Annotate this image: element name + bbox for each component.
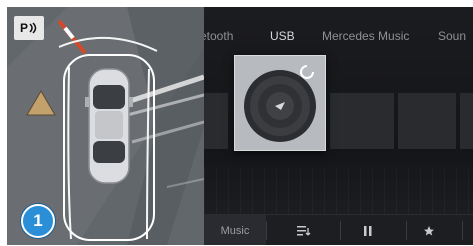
parking-camera-view: P 1 xyxy=(7,7,204,245)
pause-icon xyxy=(364,225,372,236)
source-tabs: etooth USB Mercedes Music Soun xyxy=(204,29,473,49)
screen-frame: P 1 etooth USB Mercedes Music Soun xyxy=(7,7,473,245)
music-menu-button[interactable]: Music xyxy=(204,215,266,245)
playlist-icon xyxy=(297,225,311,235)
media-control-bar: Music xyxy=(204,214,473,245)
divider xyxy=(266,221,267,240)
sensor-waves-icon xyxy=(29,22,37,34)
pause-button[interactable] xyxy=(348,215,388,245)
parking-sensor-label: P xyxy=(19,21,28,35)
parking-sensor-button[interactable]: P xyxy=(14,16,44,40)
star-icon xyxy=(424,225,434,235)
favorite-button[interactable] xyxy=(409,215,449,245)
cover-art xyxy=(235,56,325,150)
album-thumb[interactable] xyxy=(204,93,228,149)
divider xyxy=(462,221,463,240)
tab-sound[interactable]: Soun xyxy=(438,29,466,43)
album-thumb[interactable] xyxy=(330,93,394,149)
tab-usb[interactable]: USB xyxy=(270,29,295,43)
reflection-floor xyxy=(204,167,473,215)
tab-mercedes-music[interactable]: Mercedes Music xyxy=(322,29,409,43)
music-menu-label: Music xyxy=(220,224,250,237)
callout-number: 1 xyxy=(33,211,43,230)
tab-bluetooth[interactable]: etooth xyxy=(204,29,233,43)
album-thumb[interactable] xyxy=(460,93,473,149)
album-cover[interactable] xyxy=(234,55,326,151)
callout-badge: 1 xyxy=(21,204,55,238)
divider xyxy=(406,221,407,240)
divider xyxy=(340,221,341,240)
playlist-button[interactable] xyxy=(284,215,324,245)
album-thumb[interactable] xyxy=(398,93,456,149)
media-panel: etooth USB Mercedes Music Soun xyxy=(204,7,473,245)
